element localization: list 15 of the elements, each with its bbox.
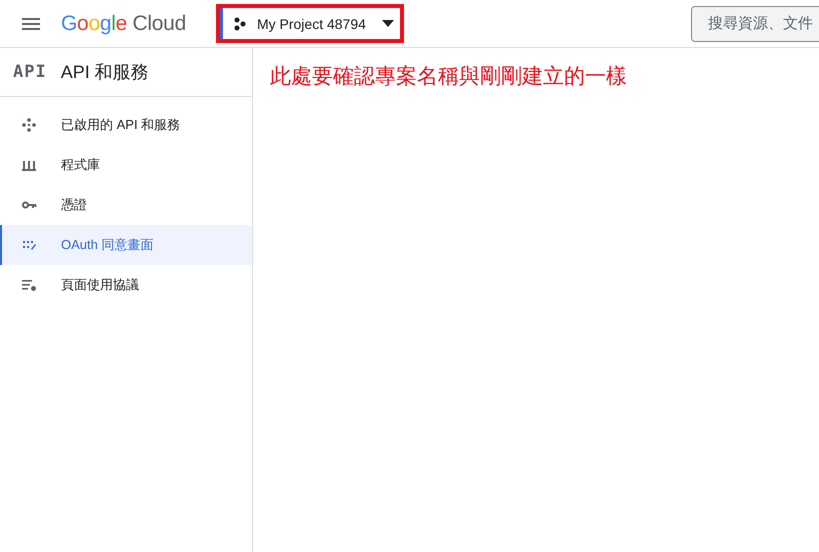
search-field[interactable]: 搜尋資源、文件 — [691, 6, 819, 42]
dots-icon — [232, 16, 247, 30]
sidebar-item[interactable]: 憑證 — [0, 185, 252, 225]
sidebar-item[interactable]: OAuth 同意畫面 — [0, 225, 252, 265]
section-title: API 和服務 — [60, 61, 149, 84]
sidebar-item[interactable]: 頁面使用協議 — [0, 265, 252, 305]
api-label: API — [13, 62, 47, 82]
annotation-text: 此處要確認專案名稱與剛剛建立的一樣 — [270, 65, 627, 88]
caret-icon — [382, 20, 394, 27]
dots-icon — [21, 117, 37, 133]
menu-icon — [22, 18, 40, 30]
google-cloud-logo: Google Cloud — [61, 12, 186, 36]
sidebar-item[interactable]: 已啟用的 API 和服務 — [0, 105, 252, 145]
list-icon — [21, 277, 37, 293]
sidebar-item[interactable]: 程式庫 — [0, 145, 252, 185]
